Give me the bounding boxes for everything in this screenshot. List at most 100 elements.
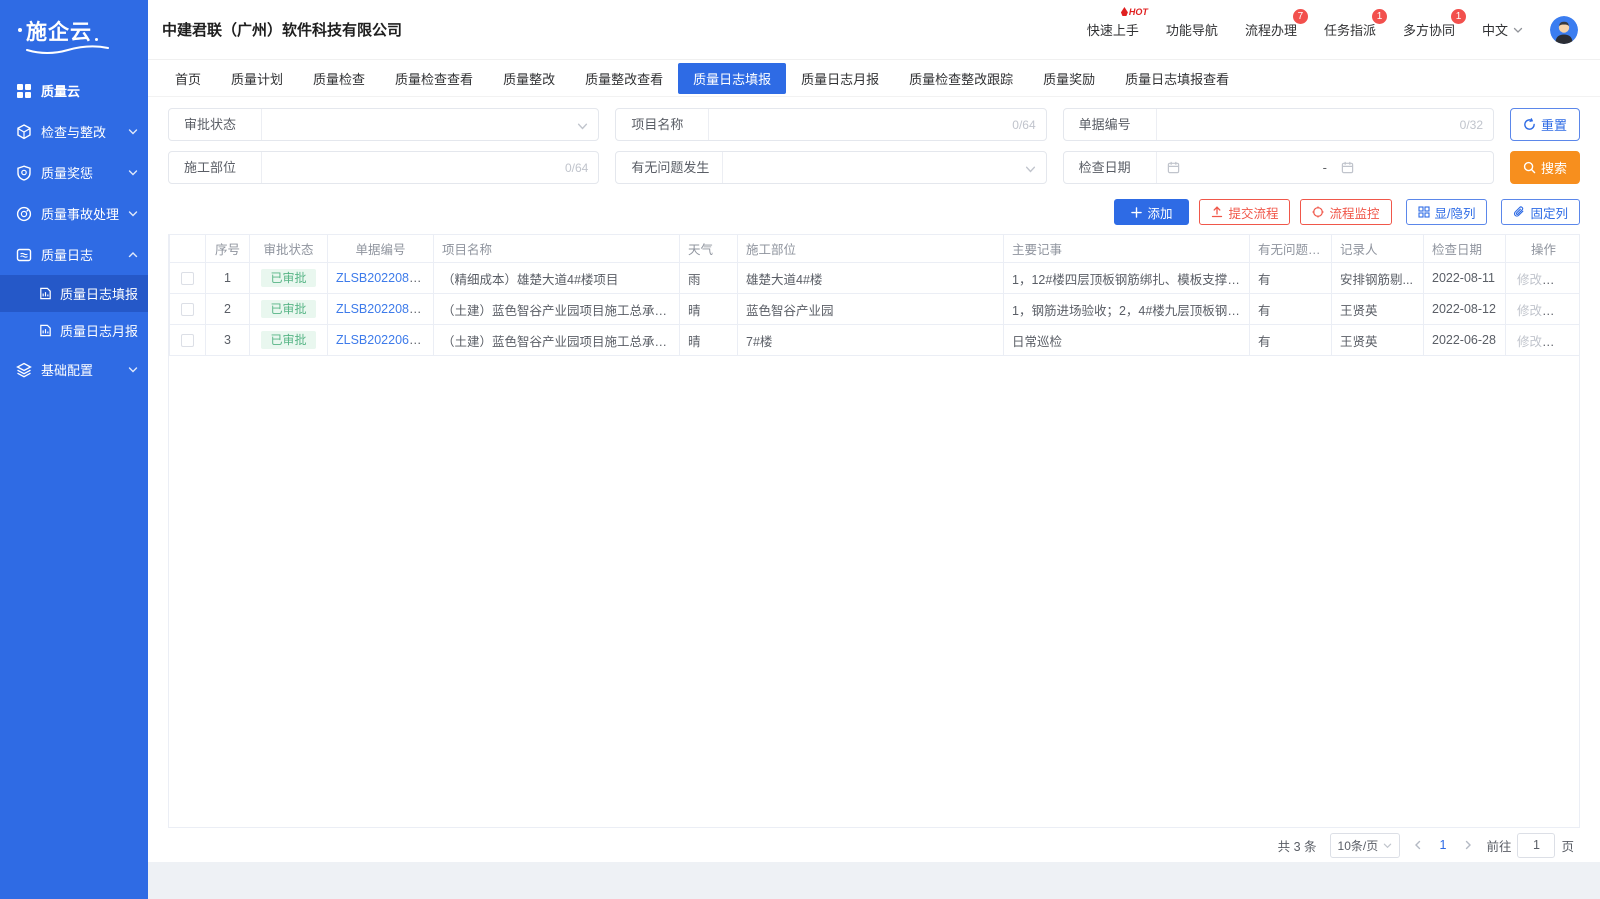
add-button[interactable]: 添加	[1114, 199, 1189, 225]
start-date-input[interactable]	[1157, 152, 1319, 183]
doc-no-link[interactable]: ZLSB2022080003	[336, 271, 434, 285]
nav-feature-guide[interactable]: 功能导航	[1166, 20, 1218, 39]
filter-has-issue: 有无问题发生	[615, 151, 1046, 184]
tab-quality-log-fill-view[interactable]: 质量日志填报查看	[1110, 63, 1244, 94]
chevron-down-icon	[577, 121, 588, 132]
filter-doc-no: 单据编号 0/32	[1063, 108, 1494, 141]
tab-home[interactable]: 首页	[160, 63, 216, 94]
fixed-columns-label: 固定列	[1530, 203, 1568, 222]
cell-date: 2022-08-12	[1424, 294, 1506, 325]
doc-no-link[interactable]: ZLSB2022080002	[336, 302, 434, 316]
cell-project: （土建）蓝色智谷产业园项目施工总承包工程	[434, 325, 680, 356]
cell-part: 7#楼	[738, 325, 1004, 356]
search-button[interactable]: 搜索	[1510, 151, 1580, 184]
doc-no-input[interactable]: 0/32	[1157, 109, 1493, 140]
submit-flow-label: 提交流程	[1228, 203, 1278, 222]
avatar[interactable]	[1550, 16, 1578, 44]
filter-label: 检查日期	[1064, 152, 1157, 183]
check-date-range: -	[1157, 152, 1493, 183]
sidebar-item-quality-cloud[interactable]: 质量云	[0, 70, 148, 111]
add-label: 添加	[1147, 203, 1172, 222]
reset-button[interactable]: 重置	[1510, 108, 1580, 141]
logo: 施企云	[0, 0, 148, 60]
company-name: 中建君联（广州）软件科技有限公司	[162, 19, 402, 40]
status-badge: 已审批	[261, 331, 315, 349]
project-name-input[interactable]: 0/64	[709, 109, 1045, 140]
header-checkbox-cell	[170, 235, 206, 263]
table-row: 2 已审批 ZLSB2022080002 （土建）蓝色智谷产业园项目施工总承包工…	[170, 294, 1581, 325]
page-size-select[interactable]: 10条/页	[1330, 833, 1400, 858]
row-checkbox[interactable]	[181, 303, 194, 316]
goto-suffix: 页	[1561, 836, 1574, 855]
sidebar-item-quality-accident[interactable]: 质量事故处理	[0, 193, 148, 234]
report-icon	[38, 286, 53, 301]
header-recorder: 记录人	[1332, 235, 1424, 263]
tab-quality-inspect[interactable]: 质量检查	[298, 63, 380, 94]
cell-weather: 晴	[680, 294, 738, 325]
row-checkbox[interactable]	[181, 272, 194, 285]
has-issue-select[interactable]	[723, 152, 1045, 183]
header-nav: 快速上手 HOT 功能导航 流程办理 7 任务指派 1 多方协同 1	[1087, 16, 1578, 44]
cell-recorder: 安排钢筋剔...	[1332, 263, 1424, 294]
nav-flow-handle[interactable]: 流程办理 7	[1245, 20, 1297, 39]
goto-page-input[interactable]	[1517, 833, 1555, 858]
language-switcher[interactable]: 中文	[1482, 20, 1523, 39]
end-date-input[interactable]	[1331, 152, 1493, 183]
flow-monitor-button[interactable]: 流程监控	[1300, 199, 1391, 225]
sidebar-item-quality-reward-punish[interactable]: 质量奖惩	[0, 152, 148, 193]
next-page-button[interactable]	[1463, 840, 1473, 850]
table-row: 3 已审批 ZLSB2022060001 （土建）蓝色智谷产业园项目施工总承包工…	[170, 325, 1581, 356]
table-row: 1 已审批 ZLSB2022080003 （精细成本）雄楚大道4#楼项目 雨 雄…	[170, 263, 1581, 294]
edit-link[interactable]: 修改	[1517, 335, 1542, 349]
sidebar-item-basic-config[interactable]: 基础配置	[0, 349, 148, 390]
sidebar-item-quality-log-fill[interactable]: 质量日志填报	[0, 275, 148, 312]
calendar-icon	[1167, 161, 1180, 174]
filter-check-date: 检查日期 -	[1063, 151, 1494, 184]
nav-task-assign[interactable]: 任务指派 1	[1324, 20, 1376, 39]
filter-label: 审批状态	[169, 109, 262, 140]
show-hide-columns-button[interactable]: 显/隐列	[1406, 199, 1488, 225]
cell-date: 2022-06-28	[1424, 325, 1506, 356]
header-weather: 天气	[680, 235, 738, 263]
page-size-label: 10条/页	[1338, 837, 1379, 854]
construction-part-input[interactable]: 0/64	[262, 152, 598, 183]
filter-project-name: 项目名称 0/64	[615, 108, 1046, 141]
doc-no-link[interactable]: ZLSB2022060001	[336, 333, 434, 347]
page-number-current[interactable]: 1	[1436, 838, 1451, 852]
sidebar-item-inspection-rectify[interactable]: 检查与整改	[0, 111, 148, 152]
sidebar-item-label: 质量云	[41, 81, 138, 100]
count-badge: 1	[1372, 9, 1387, 24]
header-check-date: 检查日期	[1424, 235, 1506, 263]
status-badge: 已审批	[261, 300, 315, 318]
fixed-columns-button[interactable]: 固定列	[1501, 199, 1580, 225]
sidebar-item-quality-log-monthly[interactable]: 质量日志月报	[0, 312, 148, 349]
cell-part: 蓝色智谷产业园	[738, 294, 1004, 325]
tab-quality-rectify-view[interactable]: 质量整改查看	[570, 63, 678, 94]
tab-quality-log-fill[interactable]: 质量日志填报	[678, 63, 786, 94]
tab-inspect-rectify-track[interactable]: 质量检查整改跟踪	[894, 63, 1028, 94]
tab-quality-inspect-view[interactable]: 质量检查查看	[380, 63, 488, 94]
columns-grid-icon	[1418, 206, 1430, 218]
submit-flow-button[interactable]: 提交流程	[1199, 199, 1290, 225]
edit-link[interactable]: 修改	[1517, 304, 1542, 318]
tab-quality-rectify[interactable]: 质量整改	[488, 63, 570, 94]
tab-quality-plan[interactable]: 质量计划	[216, 63, 298, 94]
nav-multi-collab[interactable]: 多方协同 1	[1403, 20, 1455, 39]
count-badge: 7	[1293, 9, 1308, 24]
cell-weather: 雨	[680, 263, 738, 294]
sidebar-item-label: 质量日志	[41, 245, 128, 264]
header-approval-status: 审批状态	[250, 235, 328, 263]
nav-label: 多方协同	[1403, 23, 1455, 38]
nav-label: 任务指派	[1324, 23, 1376, 38]
nav-quick-start[interactable]: 快速上手 HOT	[1087, 20, 1139, 39]
edit-link[interactable]: 修改	[1517, 273, 1542, 287]
tab-quality-log-monthly[interactable]: 质量日志月报	[786, 63, 894, 94]
sidebar-item-quality-log[interactable]: 质量日志	[0, 234, 148, 275]
approval-status-select[interactable]	[262, 109, 598, 140]
row-checkbox[interactable]	[181, 334, 194, 347]
tab-quality-reward[interactable]: 质量奖励	[1028, 63, 1110, 94]
calendar-icon	[1341, 161, 1354, 174]
prev-page-button[interactable]	[1413, 840, 1423, 850]
cube-icon	[16, 124, 32, 140]
grid-icon	[16, 83, 32, 99]
